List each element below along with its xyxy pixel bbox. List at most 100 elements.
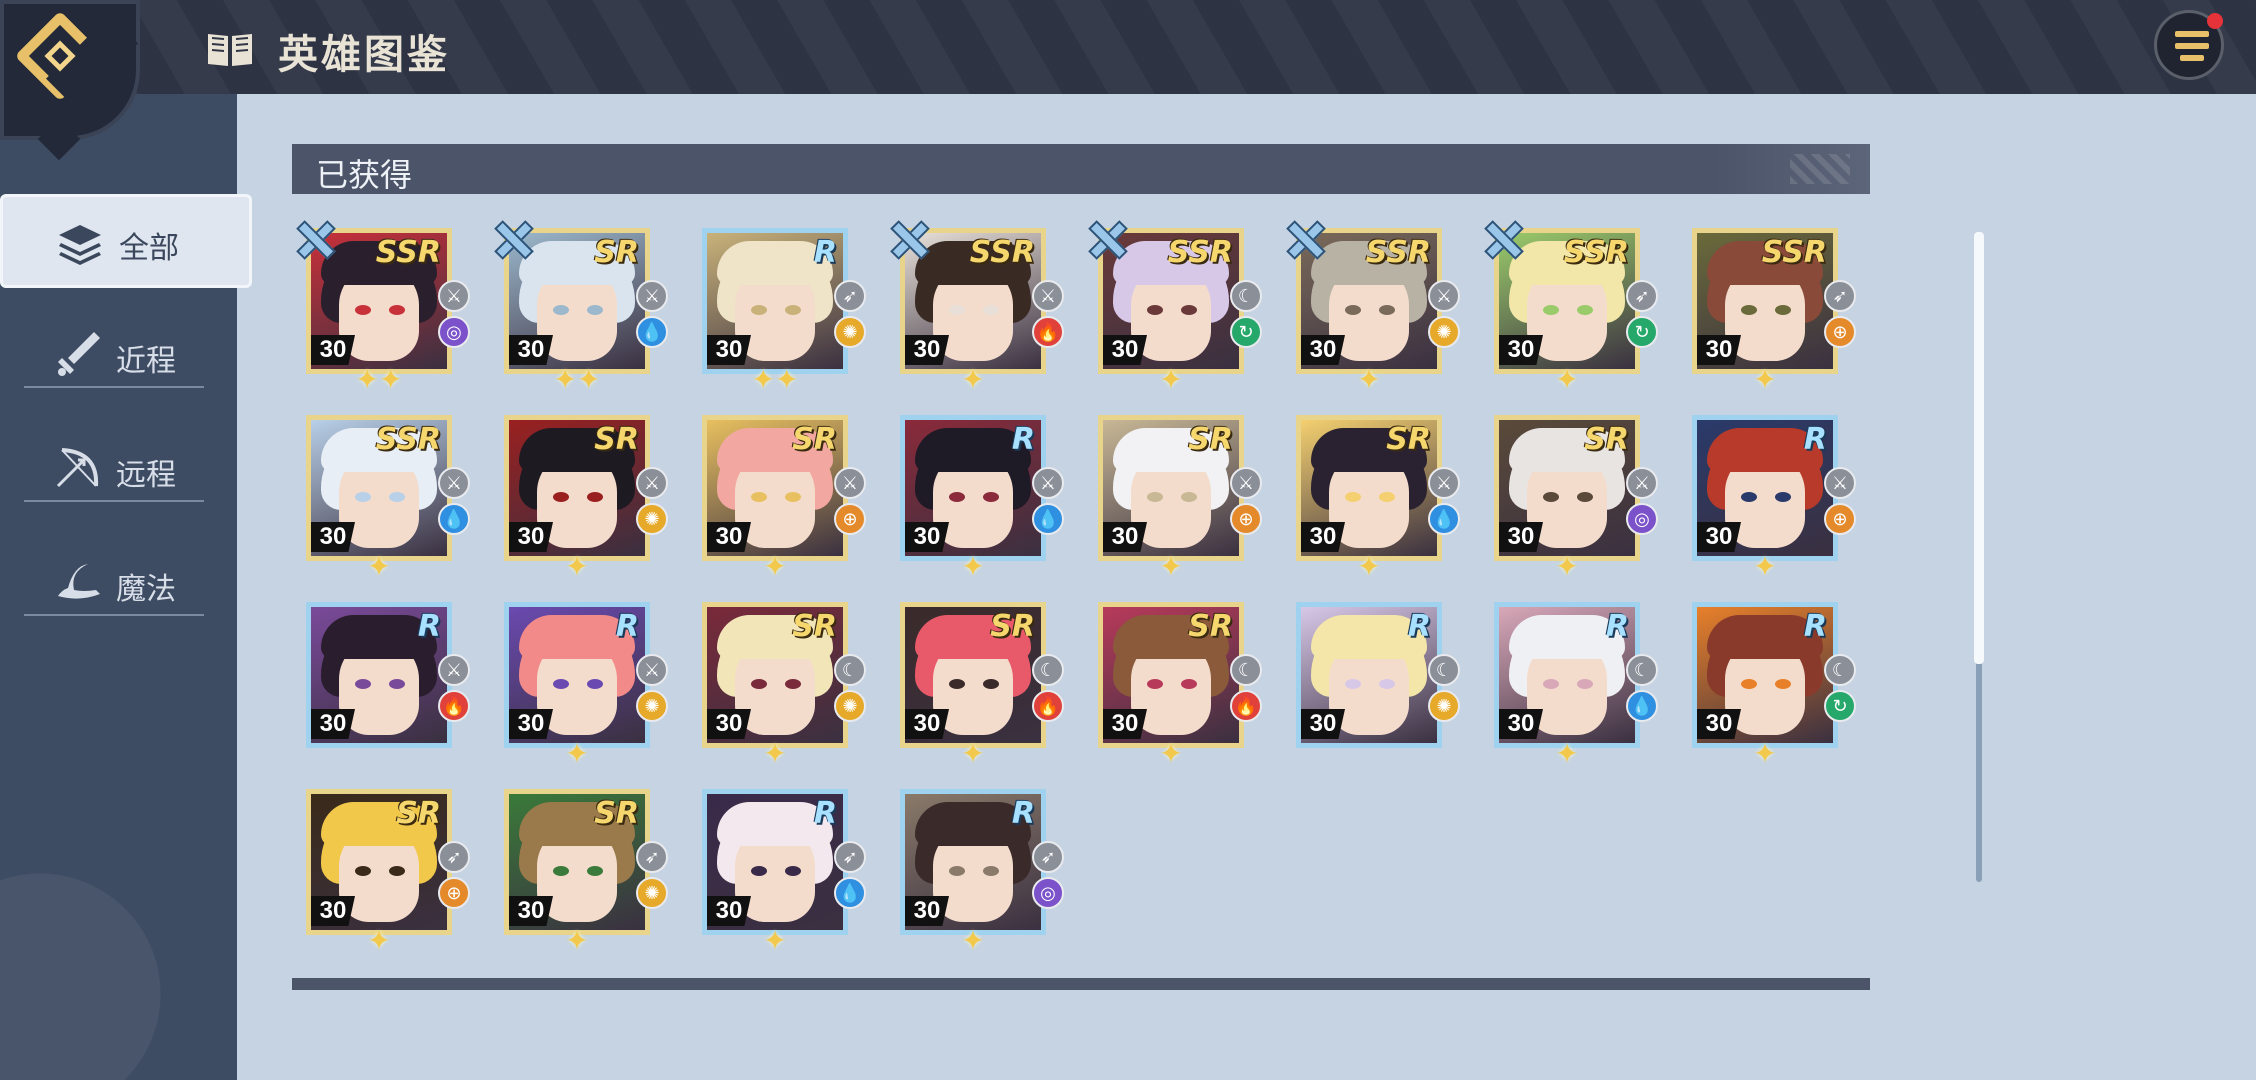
scrollbar-thumb[interactable] — [1974, 232, 1984, 664]
star-rating: ✦ — [1753, 551, 1777, 582]
equipment-icon — [1482, 218, 1522, 258]
hero-portrait-frame: SR 30 — [504, 415, 650, 561]
back-button[interactable] — [0, 0, 140, 161]
magic-class-icon: ☾ — [834, 654, 866, 686]
hero-card[interactable]: SR 30 ⚔ ⊕ ✦ — [1098, 415, 1262, 581]
hero-card[interactable]: SR 30 ⚔ ⊕ ✦ — [702, 415, 866, 581]
sidebar-item-label: 魔法 — [116, 573, 176, 606]
hero-card[interactable]: SSR 30 ⚔ 💧 ✦ — [306, 415, 470, 581]
star-rating: ✦ — [1159, 738, 1183, 769]
hero-level: 30 — [1499, 335, 1543, 365]
hero-card[interactable]: SR 30 ⚔ ✺ ✦ — [504, 415, 668, 581]
magic-class-icon: ☾ — [1626, 654, 1658, 686]
star-rating: ✦ — [1159, 551, 1183, 582]
melee-class-icon: ⚔ — [1032, 280, 1064, 312]
page-title: 英雄图鉴 — [278, 33, 450, 77]
hero-card[interactable]: SR 30 ➶ ⊕ ✦ — [306, 789, 470, 955]
star-rating: ✦ — [565, 551, 589, 582]
menu-button[interactable] — [2154, 10, 2224, 80]
rarity-badge: R — [1605, 609, 1629, 644]
rarity-badge: R — [1011, 422, 1035, 457]
sidebar-item-all[interactable]: 全部 — [0, 194, 252, 288]
melee-class-icon: ⚔ — [636, 280, 668, 312]
dark-element-icon: ◎ — [1626, 503, 1658, 535]
rarity-badge: SSR — [375, 235, 441, 270]
sidebar-item-magic[interactable]: 魔法 — [24, 546, 204, 616]
water-element-icon: 💧 — [1626, 690, 1658, 722]
rarity-badge: SR — [594, 422, 639, 457]
hero-level: 30 — [1499, 522, 1543, 552]
hero-card[interactable]: R 30 ➶ ✺ ✦✦ — [702, 228, 866, 394]
melee-class-icon: ⚔ — [636, 654, 668, 686]
hero-card[interactable]: R 30 ⚔ 🔥 — [306, 602, 470, 752]
hero-level: 30 — [707, 335, 751, 365]
hero-card[interactable]: SSR 30 ⚔ ◎ ✦✦ — [306, 228, 470, 394]
hero-portrait-frame: R 30 — [702, 789, 848, 935]
hero-level: 30 — [311, 522, 355, 552]
hero-card[interactable]: SR 30 ⚔ ◎ ✦ — [1494, 415, 1658, 581]
ranged-class-icon: ➶ — [1626, 280, 1658, 312]
hero-card[interactable]: R 30 ⚔ ⊕ ✦ — [1692, 415, 1856, 581]
hero-portrait-frame: R 30 — [702, 228, 848, 374]
star-rating: ✦✦ — [355, 364, 403, 395]
fire-element-icon: 🔥 — [1230, 690, 1262, 722]
earth-element-icon: ⊕ — [1824, 503, 1856, 535]
hero-card[interactable]: SR 30 ☾ 🔥 ✦ — [900, 602, 1064, 768]
sidebar-item-melee[interactable]: 近程 — [24, 318, 204, 388]
rarity-badge: SR — [1584, 422, 1629, 457]
ranged-class-icon: ➶ — [636, 841, 668, 873]
rarity-badge: SSR — [375, 422, 441, 457]
hero-card[interactable]: SR 30 ⚔ 💧 ✦✦ — [504, 228, 668, 394]
water-element-icon: 💧 — [1428, 503, 1460, 535]
hero-card[interactable]: R 30 ➶ ◎ ✦ — [900, 789, 1064, 955]
water-element-icon: 💧 — [636, 316, 668, 348]
star-rating: ✦ — [1555, 738, 1579, 769]
hero-card[interactable]: R 30 ➶ 💧 ✦ — [702, 789, 866, 955]
hero-level: 30 — [311, 335, 355, 365]
rarity-badge: R — [417, 609, 441, 644]
hero-card[interactable]: SR 30 ⚔ 💧 ✦ — [1296, 415, 1460, 581]
divider — [24, 500, 204, 502]
hero-card[interactable]: R 30 ⚔ 💧 ✦ — [900, 415, 1064, 581]
hero-portrait-frame: SR 30 — [900, 602, 1046, 748]
bow-icon — [56, 448, 99, 488]
hero-level: 30 — [1103, 335, 1147, 365]
header-decoration — [1790, 154, 1850, 184]
hero-card[interactable]: R 30 ☾ ↻ ✦ — [1692, 602, 1856, 768]
hero-level: 30 — [1697, 522, 1741, 552]
hero-card[interactable]: SR 30 ➶ ✺ ✦ — [504, 789, 668, 955]
hero-portrait-frame: SR 30 — [1296, 415, 1442, 561]
magic-class-icon: ☾ — [1824, 654, 1856, 686]
hero-card[interactable]: SSR 30 ➶ ↻ ✦ — [1494, 228, 1658, 394]
sidebar-item-ranged[interactable]: 远程 — [24, 432, 204, 502]
ranged-class-icon: ➶ — [1824, 280, 1856, 312]
star-rating: ✦ — [961, 551, 985, 582]
hero-card[interactable]: SSR 30 ⚔ ✺ ✦ — [1296, 228, 1460, 394]
rarity-badge: R — [813, 796, 837, 831]
hero-level: 30 — [509, 896, 553, 926]
hero-card[interactable]: SR 30 ☾ 🔥 ✦ — [1098, 602, 1262, 768]
hero-card[interactable]: SR 30 ☾ ✺ ✦ — [702, 602, 866, 768]
section-header-next — [292, 978, 1870, 990]
rarity-badge: SR — [792, 422, 837, 457]
hero-card[interactable]: SSR 30 ➶ ⊕ ✦ — [1692, 228, 1856, 394]
hero-portrait-frame: SSR 30 — [306, 415, 452, 561]
hero-card[interactable]: SSR 30 ⚔ 🔥 ✦ — [900, 228, 1064, 394]
hero-card[interactable]: R 30 ⚔ ✺ ✦ — [504, 602, 668, 768]
light-element-icon: ✺ — [636, 690, 668, 722]
light-element-icon: ✺ — [1428, 316, 1460, 348]
star-rating: ✦ — [1159, 364, 1183, 395]
star-rating: ✦ — [1357, 364, 1381, 395]
melee-class-icon: ⚔ — [1428, 467, 1460, 499]
star-rating: ✦ — [763, 925, 787, 956]
hero-portrait-frame: R 30 — [306, 602, 452, 748]
ranged-class-icon: ➶ — [834, 280, 866, 312]
star-rating: ✦ — [763, 738, 787, 769]
water-element-icon: 💧 — [834, 877, 866, 909]
hero-card[interactable]: R 30 ☾ 💧 ✦ — [1494, 602, 1658, 768]
melee-class-icon: ⚔ — [1824, 467, 1856, 499]
dark-element-icon: ◎ — [438, 316, 470, 348]
hero-card[interactable]: SSR 30 ☾ ↻ ✦ — [1098, 228, 1262, 394]
hero-card[interactable]: R 30 ☾ ✺ — [1296, 602, 1460, 752]
fire-element-icon: 🔥 — [1032, 316, 1064, 348]
